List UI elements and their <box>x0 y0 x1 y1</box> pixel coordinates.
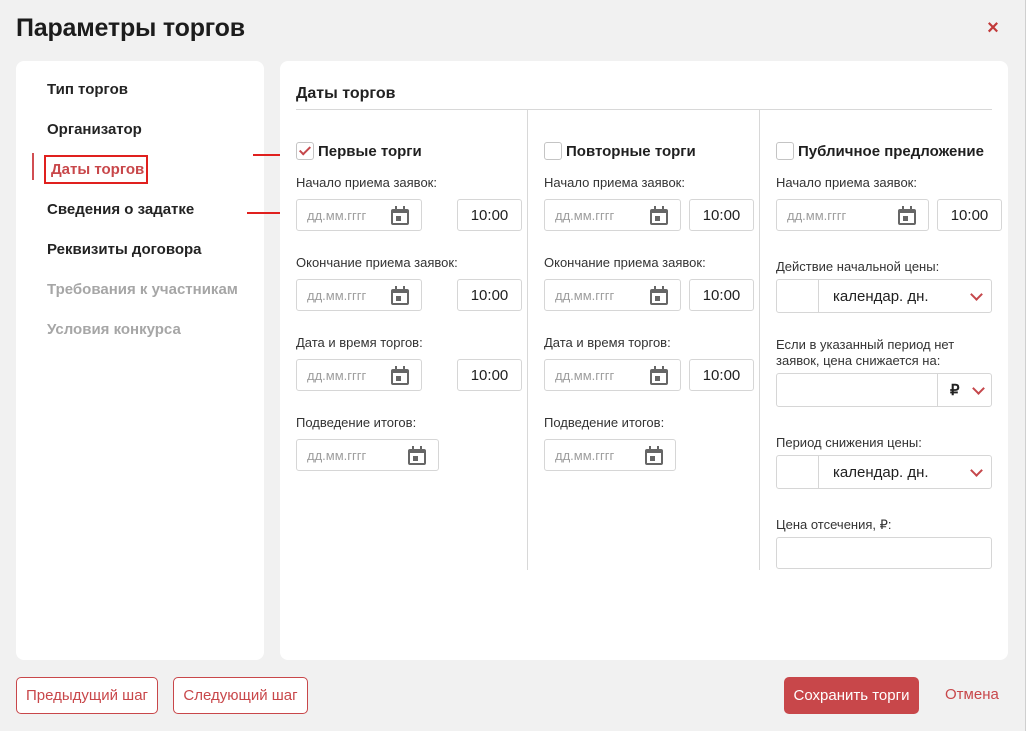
unit-select[interactable]: календар. дн. <box>819 280 991 312</box>
field-label: Подведение итогов: <box>544 415 665 430</box>
annotation-arrow <box>253 150 289 160</box>
cutoff-price-input[interactable] <box>776 537 992 569</box>
repeat-trade-label: Повторные торги <box>566 142 696 160</box>
unit-select-value: календар. дн. <box>833 287 929 305</box>
currency-select[interactable]: ₽ <box>937 374 991 406</box>
field-label: Окончание приема заявок: <box>544 255 706 270</box>
active-step-indicator <box>32 153 34 180</box>
time-field[interactable]: 10:00 <box>937 199 1002 231</box>
chevron-down-icon <box>970 463 983 477</box>
date-field[interactable]: дд.мм.гггг <box>296 359 422 391</box>
date-field[interactable]: дд.мм.гггг <box>544 199 681 231</box>
date-field[interactable]: дд.мм.гггг <box>296 279 422 311</box>
public-offer-checkbox[interactable] <box>776 142 794 160</box>
public-offer-label: Публичное предложение <box>798 142 984 160</box>
date-placeholder: дд.мм.гггг <box>555 287 615 303</box>
date-field[interactable]: дд.мм.гггг <box>544 279 681 311</box>
date-placeholder: дд.мм.гггг <box>555 447 615 463</box>
chevron-down-icon <box>970 287 983 301</box>
field-label: Начало приема заявок: <box>544 175 685 190</box>
date-field[interactable]: дд.мм.гггг <box>544 359 681 391</box>
steps-sidebar: Тип торгов Организатор Даты торгов Сведе… <box>16 61 264 660</box>
calendar-icon[interactable] <box>650 285 668 305</box>
column-divider <box>527 110 528 570</box>
sidebar-item-contest-terms: Условия конкурса <box>47 321 181 338</box>
first-trade-checkbox[interactable] <box>296 142 314 160</box>
calendar-icon[interactable] <box>408 445 426 465</box>
calendar-icon[interactable] <box>391 205 409 225</box>
days-input[interactable] <box>777 280 819 312</box>
field-label: Цена отсечения, ₽: <box>776 517 892 532</box>
field-label: Окончание приема заявок: <box>296 255 458 270</box>
calendar-icon[interactable] <box>391 285 409 305</box>
time-field[interactable]: 10:00 <box>457 279 522 311</box>
dialog-title: Параметры торгов <box>16 14 245 42</box>
date-placeholder: дд.мм.гггг <box>555 207 615 223</box>
sidebar-item-contract[interactable]: Реквизиты договора <box>47 241 202 258</box>
sidebar-item-organizer[interactable]: Организатор <box>47 121 142 138</box>
date-placeholder: дд.мм.гггг <box>307 287 367 303</box>
date-field[interactable]: дд.мм.гггг <box>544 439 676 471</box>
field-label: Начало приема заявок: <box>776 175 917 190</box>
chevron-down-icon <box>972 381 985 395</box>
first-trade-label: Первые торги <box>318 142 422 160</box>
divider <box>296 109 992 110</box>
field-label: Подведение итогов: <box>296 415 417 430</box>
column-divider <box>759 110 760 570</box>
field-label: Действие начальной цены: <box>776 259 940 274</box>
date-field[interactable]: дд.мм.гггг <box>296 439 439 471</box>
date-placeholder: дд.мм.гггг <box>307 447 367 463</box>
close-icon[interactable]: × <box>984 18 1002 38</box>
date-placeholder: дд.мм.гггг <box>307 367 367 383</box>
save-trade-button[interactable]: Сохранить торги <box>784 677 919 714</box>
sidebar-item-deposit[interactable]: Сведения о задатке <box>47 201 194 218</box>
first-trade-toggle[interactable]: Первые торги <box>296 141 422 161</box>
next-step-button[interactable]: Следующий шаг <box>173 677 308 714</box>
decrease-amount-input[interactable] <box>777 374 937 406</box>
field-label: Дата и время торгов: <box>544 335 671 350</box>
checkmark-icon <box>298 143 312 156</box>
time-field[interactable]: 10:00 <box>689 279 754 311</box>
sidebar-item-trade-type[interactable]: Тип торгов <box>47 81 128 98</box>
annotation-arrow <box>247 208 289 218</box>
time-field[interactable]: 10:00 <box>457 199 522 231</box>
price-decrease-field: ₽ <box>776 373 992 407</box>
date-placeholder: дд.мм.гггг <box>787 207 847 223</box>
time-field[interactable]: 10:00 <box>689 199 754 231</box>
cancel-link[interactable]: Отмена <box>945 686 999 703</box>
calendar-icon[interactable] <box>898 205 916 225</box>
unit-select-value: календар. дн. <box>833 463 929 481</box>
calendar-icon[interactable] <box>391 365 409 385</box>
unit-select[interactable]: календар. дн. <box>819 456 991 488</box>
trade-dates-panel: Даты торгов Первые торги Начало приема з… <box>280 61 1008 660</box>
time-field[interactable]: 10:00 <box>689 359 754 391</box>
calendar-icon[interactable] <box>650 365 668 385</box>
currency-value: ₽ <box>950 382 960 399</box>
date-field[interactable]: дд.мм.гггг <box>296 199 422 231</box>
days-input[interactable] <box>777 456 819 488</box>
calendar-icon[interactable] <box>650 205 668 225</box>
trade-params-dialog: Параметры торгов × Тип торгов Организато… <box>0 0 1026 731</box>
decrease-period: календар. дн. <box>776 455 992 489</box>
public-offer-toggle[interactable]: Публичное предложение <box>776 141 984 161</box>
field-label: Период снижения цены: <box>776 435 922 450</box>
initial-price-duration: календар. дн. <box>776 279 992 313</box>
field-label: Начало приема заявок: <box>296 175 437 190</box>
date-field[interactable]: дд.мм.гггг <box>776 199 929 231</box>
field-label: Если в указанный период нет заявок, цена… <box>776 337 955 368</box>
field-label: Дата и время торгов: <box>296 335 423 350</box>
date-placeholder: дд.мм.гггг <box>307 207 367 223</box>
repeat-trade-toggle[interactable]: Повторные торги <box>544 141 696 161</box>
calendar-icon[interactable] <box>645 445 663 465</box>
time-field[interactable]: 10:00 <box>457 359 522 391</box>
repeat-trade-checkbox[interactable] <box>544 142 562 160</box>
panel-title: Даты торгов <box>296 85 396 102</box>
prev-step-button[interactable]: Предыдущий шаг <box>16 677 158 714</box>
sidebar-item-trade-dates[interactable]: Даты торгов <box>51 161 144 178</box>
sidebar-item-requirements: Требования к участникам <box>47 281 238 298</box>
date-placeholder: дд.мм.гггг <box>555 367 615 383</box>
